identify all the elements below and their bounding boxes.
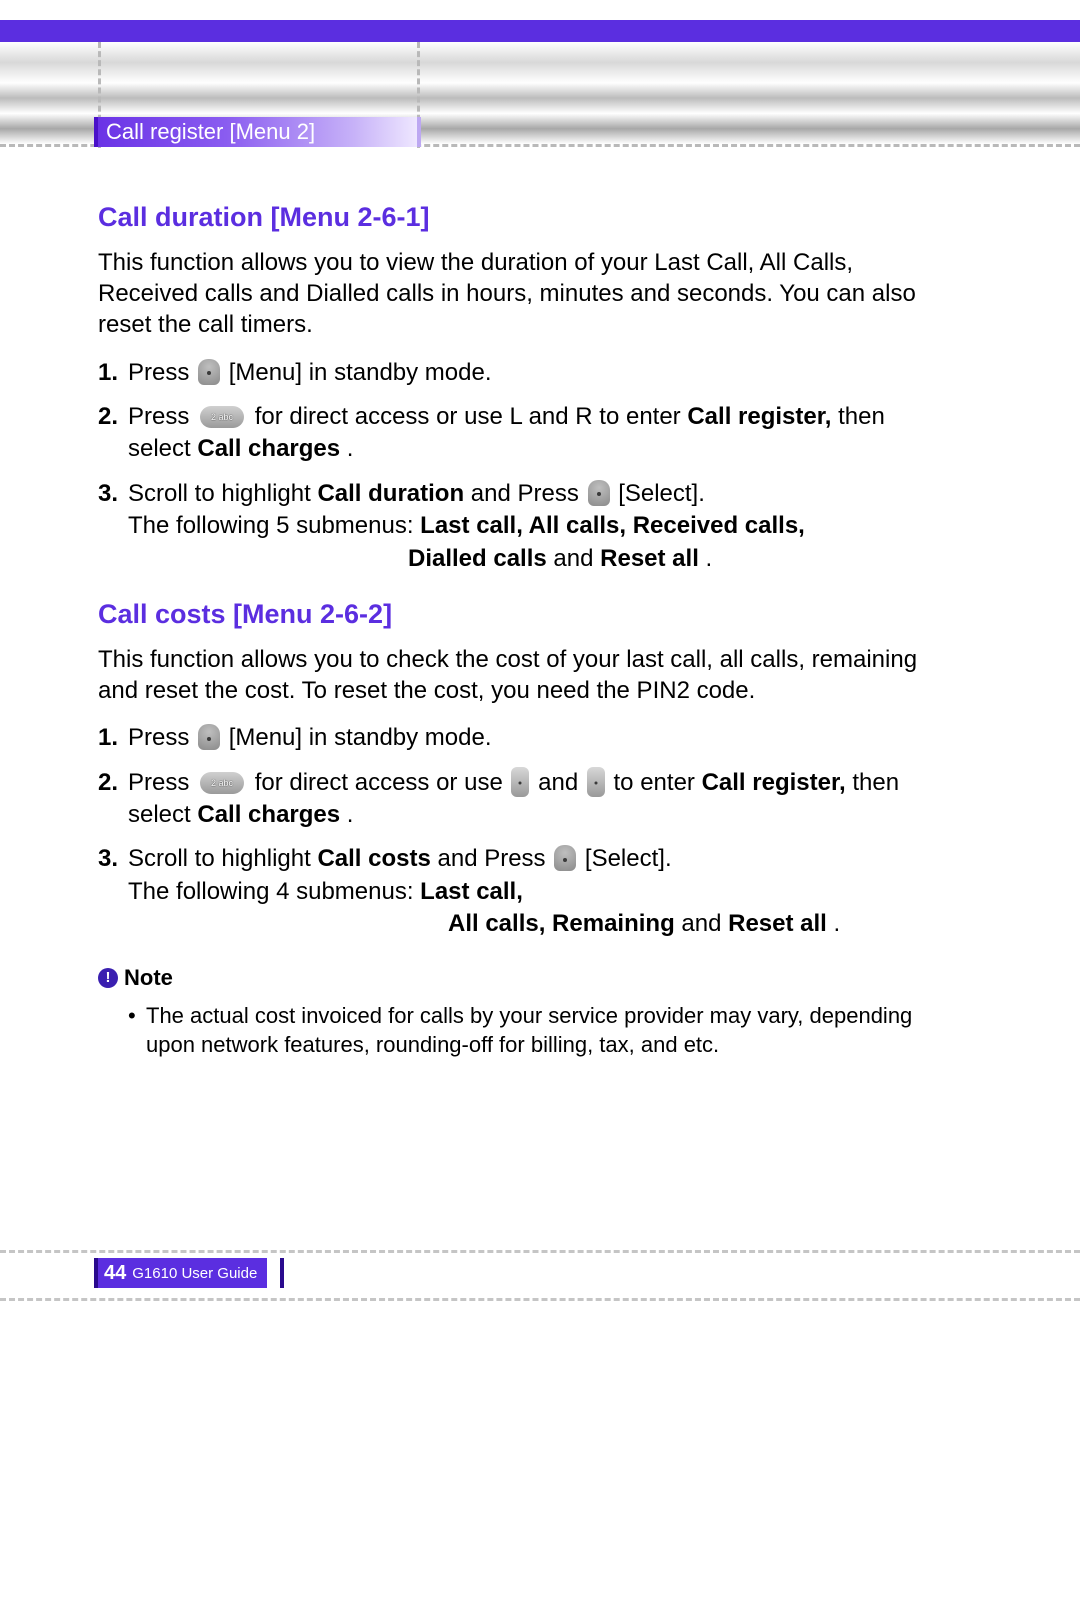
step-text: and [681, 910, 728, 937]
step-text: Press [128, 769, 196, 796]
softkey-icon [554, 845, 576, 871]
step-text: for direct access or use L and R to ente… [255, 403, 688, 430]
softkey-icon [198, 724, 220, 750]
step-number: 3. [98, 478, 118, 510]
step-bold: Call duration [317, 480, 464, 507]
step-text: [Menu] in standby mode. [229, 724, 492, 751]
footer-bracket [280, 1258, 284, 1288]
step-item: 3. Scroll to highlight Call duration and… [98, 478, 928, 575]
step-text: [Select]. [618, 480, 705, 507]
step-text: . [706, 545, 713, 572]
step-item: 2. Press for direct access or use and to… [98, 767, 928, 832]
step-bold: Dialled calls [408, 545, 547, 572]
step-bold: Call charges [197, 801, 340, 828]
note-icon: ! [98, 968, 118, 988]
footer-dashed-line [0, 1250, 1080, 1253]
section-intro: This function allows you to check the co… [98, 644, 928, 706]
note-item: The actual cost invoiced for calls by yo… [128, 1001, 928, 1060]
step-text: . [347, 435, 354, 462]
footer-page-tab: 44 G1610 User Guide [98, 1258, 267, 1288]
page-number: 44 [104, 1262, 126, 1285]
step-item: 2. Press for direct access or use L and … [98, 401, 928, 466]
step-text: Scroll to highlight [128, 845, 317, 872]
step-bold: Call costs [317, 845, 430, 872]
step-text: Press [128, 359, 196, 386]
step-subline: The following 5 submenus: Last call, All… [128, 510, 928, 542]
step-bold: Call register, [702, 769, 846, 796]
nav-left-key-icon [511, 767, 529, 797]
step-text: for direct access or use [255, 769, 510, 796]
step-text: The following 4 submenus: [128, 878, 420, 905]
step-number: 1. [98, 357, 118, 389]
step-text: [Select]. [585, 845, 672, 872]
key-2abc-icon [200, 406, 244, 428]
note-title: Note [124, 965, 173, 991]
steps-list: 1. Press [Menu] in standby mode. 2. Pres… [98, 722, 928, 940]
step-number: 2. [98, 401, 118, 433]
step-bold: All calls, Remaining [448, 910, 675, 937]
nav-right-key-icon [587, 767, 605, 797]
key-2abc-icon [200, 772, 244, 794]
header-breadcrumb: Call register [Menu 2] [98, 117, 418, 147]
step-number: 1. [98, 722, 118, 754]
manual-page: Call register [Menu 2] Call duration [Me… [0, 0, 1080, 1621]
page-content: Call duration [Menu 2-6-1] This function… [98, 202, 928, 1060]
softkey-icon [588, 480, 610, 506]
step-text: and Press [438, 845, 553, 872]
step-item: 3. Scroll to highlight Call costs and Pr… [98, 843, 928, 940]
step-number: 3. [98, 843, 118, 875]
step-subline-indent: All calls, Remaining and Reset all . [448, 908, 928, 940]
step-subline: The following 4 submenus: Last call, [128, 876, 928, 908]
steps-list: 1. Press [Menu] in standby mode. 2. Pres… [98, 357, 928, 575]
top-purple-bar [0, 20, 1080, 42]
step-bold: Reset all [600, 545, 699, 572]
softkey-icon [198, 359, 220, 385]
step-text: . [347, 801, 354, 828]
note-header: ! Note [98, 965, 928, 991]
step-subline-indent: Dialled calls and Reset all . [408, 543, 928, 575]
step-item: 1. Press [Menu] in standby mode. [98, 722, 928, 754]
guide-title: G1610 User Guide [132, 1265, 257, 1282]
section-title-call-duration: Call duration [Menu 2-6-1] [98, 202, 928, 233]
step-text: and [538, 769, 585, 796]
step-bold: Last call, [420, 878, 523, 905]
step-bold: Call register, [687, 403, 831, 430]
step-text: and Press [471, 480, 586, 507]
note-list: The actual cost invoiced for calls by yo… [98, 1001, 928, 1060]
step-bold: Last call, All calls, Received calls, [420, 512, 805, 539]
step-text: The following 5 submenus: [128, 512, 420, 539]
section-title-call-costs: Call costs [Menu 2-6-2] [98, 599, 928, 630]
step-bold: Call charges [197, 435, 340, 462]
step-text: . [834, 910, 841, 937]
step-text: Press [128, 724, 196, 751]
step-text: Press [128, 403, 196, 430]
step-item: 1. Press [Menu] in standby mode. [98, 357, 928, 389]
step-text: to enter [614, 769, 702, 796]
step-text: and [553, 545, 600, 572]
header-tab-bracket [417, 117, 421, 147]
section-intro: This function allows you to view the dur… [98, 247, 928, 341]
step-number: 2. [98, 767, 118, 799]
step-bold: Reset all [728, 910, 827, 937]
footer-dashed-line [0, 1298, 1080, 1301]
step-text: [Menu] in standby mode. [229, 359, 492, 386]
step-text: Scroll to highlight [128, 480, 317, 507]
